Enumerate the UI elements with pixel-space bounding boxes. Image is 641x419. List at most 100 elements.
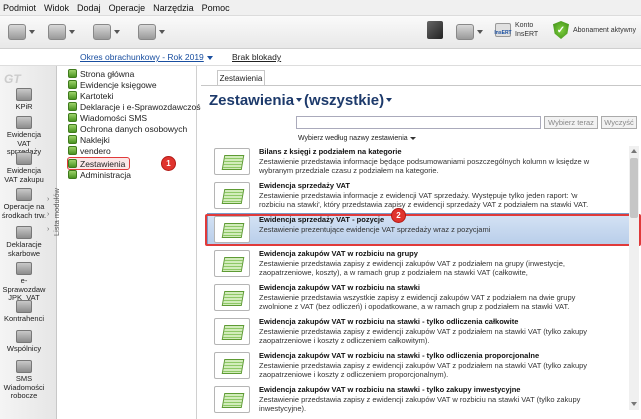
report-icon <box>214 148 250 175</box>
fixed-assets-icon <box>16 188 32 201</box>
vertical-scrollbar[interactable] <box>629 146 639 410</box>
period-label: Okres obrachunkowy - Rok 2019 <box>80 52 204 62</box>
report-icon <box>214 386 250 413</box>
module-deklaracje[interactable]: Deklaracje skarbowe <box>0 226 48 258</box>
vendero-icon <box>68 146 77 155</box>
module-label: Operacje na środkach trw. <box>1 202 47 220</box>
partners-icon <box>16 330 32 343</box>
menu-dodaj[interactable]: Dodaj <box>77 3 101 13</box>
list-item[interactable]: Ewidencja zakupów VAT w rozbiciu na grup… <box>208 248 632 279</box>
tree-item-label: Zestawienia <box>80 158 126 169</box>
toolbar-button-1[interactable] <box>8 23 35 41</box>
list-item-title: Ewidencja zakupów VAT w rozbiciu na staw… <box>259 351 540 360</box>
list-item[interactable]: Ewidencja sprzedaży VAT Zestawienie przed… <box>208 180 632 211</box>
list-item-title: Ewidencja sprzedaży VAT <box>259 181 350 190</box>
tree-item-administracja[interactable]: Administracja <box>68 169 131 180</box>
ledger-icon <box>68 80 77 89</box>
cube-button[interactable] <box>427 21 443 39</box>
search-input[interactable] <box>296 116 541 129</box>
select-now-button[interactable]: Wybierz teraz <box>544 116 598 129</box>
home-icon <box>68 69 77 78</box>
report-icon <box>68 159 77 168</box>
chevron-right-icon[interactable]: › <box>47 196 49 203</box>
clear-button[interactable]: Wyczyść <box>601 116 637 129</box>
tree-item-vendero[interactable]: vendero <box>68 145 111 156</box>
report-list: Bilans z księgi z podziałem na kategorie… <box>201 146 641 419</box>
konto-label: Konto <box>515 22 534 29</box>
list-item[interactable]: Bilans z księgi z podziałem na kategorie… <box>208 146 632 177</box>
main-panel: Zestawienia Zestawienia (wszystkie) Wybie… <box>201 66 641 419</box>
period-selector[interactable]: Okres obrachunkowy - Rok 2019 <box>80 52 213 62</box>
scroll-up-icon[interactable] <box>631 149 637 153</box>
module-sms[interactable]: SMS Wiadomości robocze <box>0 360 48 401</box>
menu-narzedzia[interactable]: Narzędzia <box>153 3 194 13</box>
menu-pomoc[interactable]: Pomoc <box>202 3 230 13</box>
chevron-down-icon[interactable] <box>296 97 303 102</box>
konto-sublabel: InsERT <box>515 31 539 38</box>
tree-item-label: Wiadomości SMS <box>80 112 148 123</box>
tree-item-sms[interactable]: Wiadomości SMS <box>68 112 147 123</box>
sort-selector[interactable]: Wybierz według nazwy zestawienia <box>298 135 416 142</box>
tree-item-label: Deklaracje i e-Sprawozdawczość <box>80 101 205 112</box>
sms-icon <box>16 360 32 373</box>
module-kontrahenci[interactable]: Kontrahenci <box>0 300 48 324</box>
step-badge-2: 2 <box>391 208 406 223</box>
toolbar-button-2[interactable] <box>48 23 75 41</box>
tree-item-ochrona-danych[interactable]: Ochrona danych osobowych <box>68 123 187 134</box>
tree-item-zestawienia[interactable]: Zestawienia <box>66 157 131 170</box>
vat-purchase-icon <box>16 152 32 165</box>
brand-logo: GT <box>4 72 21 86</box>
module-kpir[interactable]: KPiR <box>0 88 48 112</box>
chevron-down-icon <box>29 30 35 34</box>
title-filter[interactable]: (wszystkie) <box>304 92 384 109</box>
tax-declarations-icon <box>16 226 32 239</box>
list-item-title: Bilans z księgi z podziałem na kategorie <box>259 147 402 156</box>
tree-item-kartoteki[interactable]: Kartoteki <box>68 90 114 101</box>
title-category[interactable]: Zestawienia <box>209 92 294 109</box>
scroll-thumb[interactable] <box>630 158 638 218</box>
module-srodki-trwale[interactable]: Operacje na środkach trw. <box>0 188 48 220</box>
list-item[interactable]: Ewidencja zakupów VAT w rozbiciu na staw… <box>208 316 632 347</box>
module-jpk-vat[interactable]: e-Sprawozdaw JPK_VAT <box>0 262 48 303</box>
module-wspolnicy[interactable]: Wspólnicy <box>0 330 48 354</box>
subscription-button[interactable]: ✓ Abonament aktywny <box>553 21 636 39</box>
tree-item-label: Ochrona danych osobowych <box>80 123 188 134</box>
menu-podmiot[interactable]: Podmiot <box>3 3 36 13</box>
toolbar-button-3[interactable] <box>93 23 120 41</box>
tree-item-naklejki[interactable]: Naklejki <box>68 134 110 145</box>
list-item[interactable]: Ewidencja zakupów VAT w rozbiciu na staw… <box>208 350 632 381</box>
chevron-down-icon[interactable] <box>386 97 393 102</box>
declaration-icon <box>68 102 77 111</box>
tree-item-strona-glowna[interactable]: Strona główna <box>68 68 134 79</box>
tree-item-label: vendero <box>80 145 111 156</box>
tab-zestawienia[interactable]: Zestawienia <box>217 70 265 85</box>
module-vat-sprzedazy[interactable]: Ewidencja VAT sprzedaży <box>0 116 48 157</box>
open-icon <box>8 24 26 40</box>
mail-icon <box>48 24 66 40</box>
scroll-down-icon[interactable] <box>631 402 637 406</box>
konto-insert-button[interactable]: InsERT Konto InsERT <box>494 21 539 39</box>
list-item[interactable]: Ewidencja zakupów VAT w rozbiciu na staw… <box>208 282 632 313</box>
chevron-right-icon[interactable]: › <box>47 226 49 233</box>
module-label: e-Sprawozdaw JPK_VAT <box>2 276 46 302</box>
menu-widok[interactable]: Widok <box>44 3 69 13</box>
list-item[interactable]: Ewidencja zakupów VAT w rozbiciu na staw… <box>208 384 632 415</box>
report-icon <box>214 284 250 311</box>
module-bar: GT KPiR Ewidencja VAT sprzedaży Ewidencj… <box>0 66 61 419</box>
blokady-link[interactable]: Brak blokady <box>232 52 281 62</box>
tools-icon <box>138 24 156 40</box>
list-item-desc: Zestawienie przedstawia zapisy z ewidenc… <box>259 361 588 379</box>
chevron-right-icon[interactable]: › <box>47 211 49 218</box>
jpk-icon <box>16 262 32 275</box>
module-label: Wspólnicy <box>6 344 42 353</box>
list-item-selected[interactable]: Ewidencja sprzedaży VAT - pozycje Zestawi… <box>207 213 633 246</box>
list-item-desc: Zestawienie przedstawia zapisy z ewidenc… <box>259 327 588 345</box>
tree-item-label: Naklejki <box>80 134 110 145</box>
menu-operacje[interactable]: Operacje <box>109 3 146 13</box>
toolbar-button-4[interactable] <box>138 23 165 41</box>
folder-button[interactable] <box>456 23 483 41</box>
report-icon <box>214 182 250 209</box>
module-vat-zakupu[interactable]: Ewidencja VAT zakupu <box>0 152 48 184</box>
tree-item-deklaracje[interactable]: Deklaracje i e-Sprawozdawczość <box>68 101 205 112</box>
tree-item-ewidencje[interactable]: Ewidencje księgowe <box>68 79 157 90</box>
